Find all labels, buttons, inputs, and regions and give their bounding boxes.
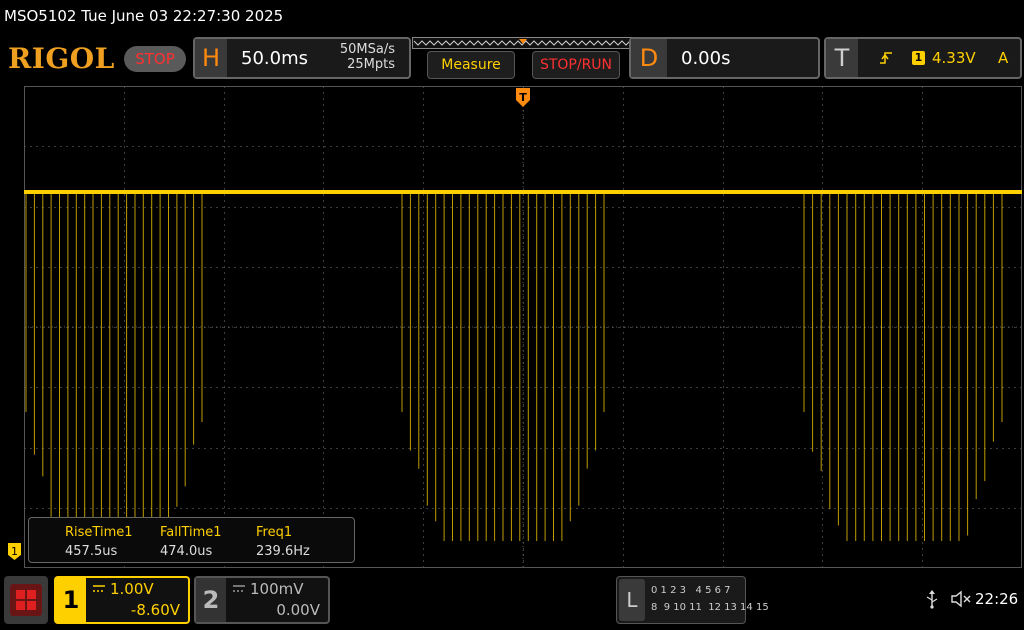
trigger-marker-label: T: [519, 91, 527, 104]
horizontal-panel[interactable]: H 50.0ms 50MSa/s 25Mpts: [193, 37, 411, 79]
measure-button[interactable]: Measure: [427, 51, 515, 79]
status-clock: 22:26: [975, 590, 1019, 608]
channel2-number: 2: [196, 578, 226, 622]
stop-run-button[interactable]: STOP/RUN: [532, 51, 620, 79]
measurement-label-risetime: RiseTime1: [65, 525, 133, 540]
channel1-scale: 1.00V: [110, 580, 154, 598]
trigger-label: T: [826, 39, 858, 77]
channel1-offset: -8.60V: [130, 601, 180, 619]
trigger-source-badge: 1: [912, 51, 925, 65]
channel2-offset: 0.00V: [276, 601, 320, 619]
waveform-navigator[interactable]: [412, 37, 634, 49]
logic-analyzer-panel[interactable]: L 0 1 2 3 4 5 6 7 8 9 10 11 12 13 14 15: [616, 576, 769, 624]
channel2-panel[interactable]: 2 100mV 0.00V: [194, 576, 330, 624]
menu-button[interactable]: [4, 576, 48, 624]
sample-rate: 50MSa/s: [339, 42, 395, 57]
run-state-badge[interactable]: STOP: [124, 46, 186, 72]
trigger-panel[interactable]: T 1 4.33V A: [824, 37, 1022, 79]
delay-value: 0.00s: [681, 48, 731, 69]
measurement-panel: RiseTime1 FallTime1 Freq1 457.5us 474.0u…: [28, 517, 355, 563]
channel1-number: 1: [56, 578, 86, 622]
dc-coupling-icon: [233, 585, 245, 592]
channel2-scale: 100mV: [250, 580, 304, 598]
measurement-value-falltime: 474.0us: [160, 544, 213, 559]
window-title: MSO5102 Tue June 03 22:27:30 2025: [4, 7, 284, 25]
memory-depth: 25Mpts: [347, 57, 395, 72]
channel1-offset-marker[interactable]: 1: [8, 543, 21, 560]
timebase-value: 50.0ms: [241, 48, 308, 69]
trigger-mode: A: [998, 49, 1009, 67]
logic-channels-row1: 0 1 2 3 4 5 6 7: [651, 585, 731, 596]
trigger-level: 4.33V: [932, 49, 976, 67]
delay-panel[interactable]: D 0.00s: [629, 37, 820, 79]
measurement-value-risetime: 457.5us: [65, 544, 118, 559]
menu-grid-icon: [10, 584, 42, 616]
delay-label: D: [631, 39, 667, 77]
channel1-panel[interactable]: 1 1.00V -8.60V: [54, 576, 190, 624]
waveform-display[interactable]: T: [24, 86, 1022, 568]
measurement-label-falltime: FallTime1: [160, 525, 222, 540]
usb-icon: [926, 590, 938, 609]
measurement-value-freq: 239.6Hz: [256, 544, 310, 559]
speaker-muted-icon[interactable]: [950, 589, 972, 609]
logic-label: L: [619, 579, 645, 621]
rigol-logo: RIGOL: [8, 42, 115, 75]
acquisition-info: 50MSa/s 25Mpts: [335, 42, 395, 72]
dc-coupling-icon: [93, 585, 105, 592]
measurement-label-freq: Freq1: [256, 525, 293, 540]
horizontal-label: H: [195, 39, 227, 77]
rising-edge-icon: [880, 52, 892, 64]
logic-channels-row2: 8 9 10 11 12 13 14 15: [651, 602, 769, 613]
